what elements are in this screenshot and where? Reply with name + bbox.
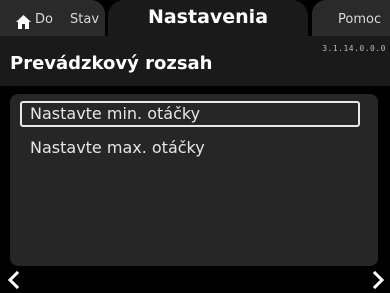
footer-nav <box>0 266 390 293</box>
page-title: Prevádzkový rozsah <box>10 53 213 74</box>
page-header: 3.1.14.0.0.0 Prevádzkový rozsah <box>0 36 390 86</box>
tab-help-label: Pomoc <box>338 12 382 27</box>
menu-item-set-max-speed[interactable]: Nastavte max. otáčky <box>20 135 360 161</box>
chevron-right-icon[interactable] <box>368 270 388 290</box>
screen: Do Stav Nastavenia Pomoc 3.1.14.0.0.0 Pr… <box>0 0 390 293</box>
menu-item-set-min-speed[interactable]: Nastavte min. otáčky <box>20 101 360 127</box>
tab-stav[interactable]: Stav <box>70 0 99 40</box>
menu-panel: Nastavte min. otáčky Nastavte max. otáčk… <box>10 94 378 266</box>
chevron-left-icon[interactable] <box>4 270 24 290</box>
tab-settings[interactable]: Nastavenia <box>108 0 308 36</box>
tab-home-label: Do <box>35 12 53 27</box>
menu-item-label: Nastavte min. otáčky <box>30 104 201 123</box>
tab-home[interactable]: Do Stav <box>0 0 105 36</box>
version-label: 3.1.14.0.0.0 <box>322 44 386 53</box>
tab-help[interactable]: Pomoc <box>312 0 390 36</box>
home-icon <box>16 15 31 29</box>
menu-item-label: Nastavte max. otáčky <box>30 138 205 157</box>
tab-settings-label: Nastavenia <box>147 6 269 28</box>
tab-bar: Do Stav Nastavenia Pomoc <box>0 0 390 36</box>
